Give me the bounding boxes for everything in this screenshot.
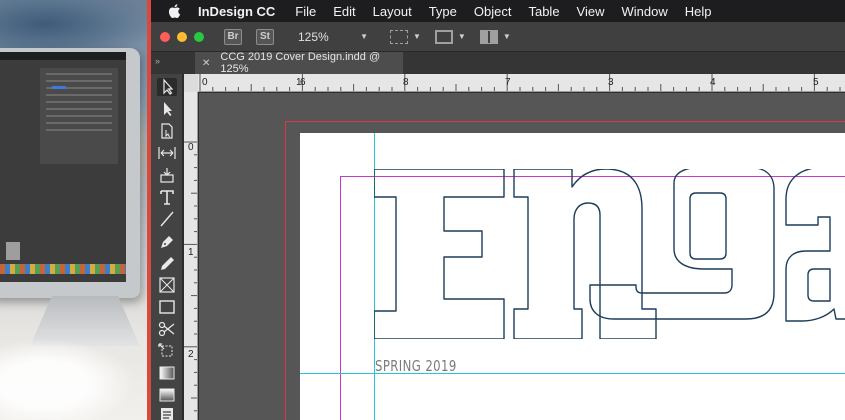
apple-icon[interactable] [166,2,184,20]
headline-letter-a [785,169,845,322]
chevron-down-icon: ▼ [413,32,421,41]
zoom-level-dropdown[interactable]: 125% ▼ [298,30,368,44]
screen-mode-dropdown[interactable]: ▼ [434,29,466,44]
chevron-down-icon: ▼ [360,32,368,41]
imac-selection [6,242,20,260]
horizontal-ruler[interactable]: 0 1 6 7 8 3 4 5 [198,74,845,92]
note-tool-icon[interactable] [157,406,177,420]
ruler-label: 8 [403,77,409,88]
headline-letter-e [374,169,505,339]
headline-letter-g [589,169,775,320]
chevron-down-icon: ▼ [502,32,511,41]
page-tool-icon[interactable] [157,122,177,140]
menu-bar: InDesign CC File Edit Layout Type Object… [151,0,845,22]
bleed-guide [285,121,286,420]
rectangle-tool-icon[interactable] [157,298,177,316]
pasteboard[interactable]: SPRING 2019 [199,93,845,420]
vertical-ruler[interactable]: 0 1 2 [184,92,198,420]
headline-letter-n [513,169,657,339]
imac-dock [0,264,126,274]
screen-mode-icon [434,29,453,44]
menu-window[interactable]: Window [622,4,668,19]
ruler-label: 5 [813,77,819,88]
free-transform-tool-icon[interactable] [157,342,177,360]
ruler-label: 4 [710,77,716,88]
minimize-window-button[interactable] [177,31,187,42]
view-options-dropdown[interactable]: ▼ [390,29,421,44]
panel-collapse-icon[interactable]: » [151,54,183,74]
bridge-button[interactable]: Br [224,28,242,45]
view-options-icon [390,29,408,44]
line-tool-icon[interactable] [157,210,177,228]
imac-monitor [0,48,140,298]
arrange-documents-icon [479,29,498,44]
pencil-tool-icon[interactable] [157,254,177,272]
gap-tool-icon[interactable] [157,144,177,162]
imac-menubar [0,52,126,60]
gradient-feather-tool-icon[interactable] [157,386,177,404]
ruler-label: 0 [188,142,194,153]
document-tab[interactable]: ✕ CCG 2019 Cover Design.indd @ 125% [195,51,403,75]
scissors-tool-icon[interactable] [157,320,177,338]
ruler-label: 0 [202,77,208,88]
menu-object[interactable]: Object [474,4,512,19]
issue-date-text[interactable]: SPRING 2019 [375,357,457,375]
direct-selection-tool-icon[interactable] [157,100,177,118]
app-name-menu[interactable]: InDesign CC [198,4,275,19]
menu-file[interactable]: File [295,4,316,19]
gradient-swatch-tool-icon[interactable] [157,364,177,382]
pen-tool-icon[interactable] [157,232,177,250]
menu-type[interactable]: Type [429,4,457,19]
document-tab-title: CCG 2019 Cover Design.indd @ 125% [220,51,381,75]
bleed-guide [285,121,845,122]
ruler-label: 6 [300,77,306,88]
margin-guide [340,176,341,420]
content-collector-tool-icon[interactable] [157,166,177,184]
imac-screen [0,52,126,282]
rectangle-frame-tool-icon[interactable] [157,276,177,294]
document-tab-strip: ✕ CCG 2019 Cover Design.indd @ 125% [151,51,845,75]
ruler-origin[interactable] [184,74,198,92]
ruler-label: 1 [188,247,194,258]
ruler-label: 2 [188,349,194,360]
type-tool-icon[interactable] [157,188,177,206]
stock-button[interactable]: St [256,28,274,45]
close-window-button[interactable] [160,31,170,42]
zoom-level-value: 125% [298,29,329,44]
ruler-label: 7 [505,77,511,88]
zoom-window-button[interactable] [194,31,204,42]
menu-edit[interactable]: Edit [333,4,355,19]
menu-help[interactable]: Help [685,4,712,19]
imac-highlight [52,86,66,89]
chevron-down-icon: ▼ [457,32,466,41]
menu-table[interactable]: Table [528,4,559,19]
selection-tool-icon[interactable] [157,78,177,96]
menu-view[interactable]: View [577,4,605,19]
control-bar: Br St 125% ▼ ▼ ▼ ▼ [151,22,845,52]
imac-panel [40,68,118,164]
close-tab-icon[interactable]: ✕ [202,58,210,69]
ruler-label: 3 [608,77,614,88]
arrange-documents-dropdown[interactable]: ▼ [479,29,511,44]
background-photo [0,0,150,420]
tools-panel: » [151,54,183,420]
menu-layout[interactable]: Layout [373,4,412,19]
photo-cables [0,330,150,420]
headline-outline[interactable] [374,169,845,339]
